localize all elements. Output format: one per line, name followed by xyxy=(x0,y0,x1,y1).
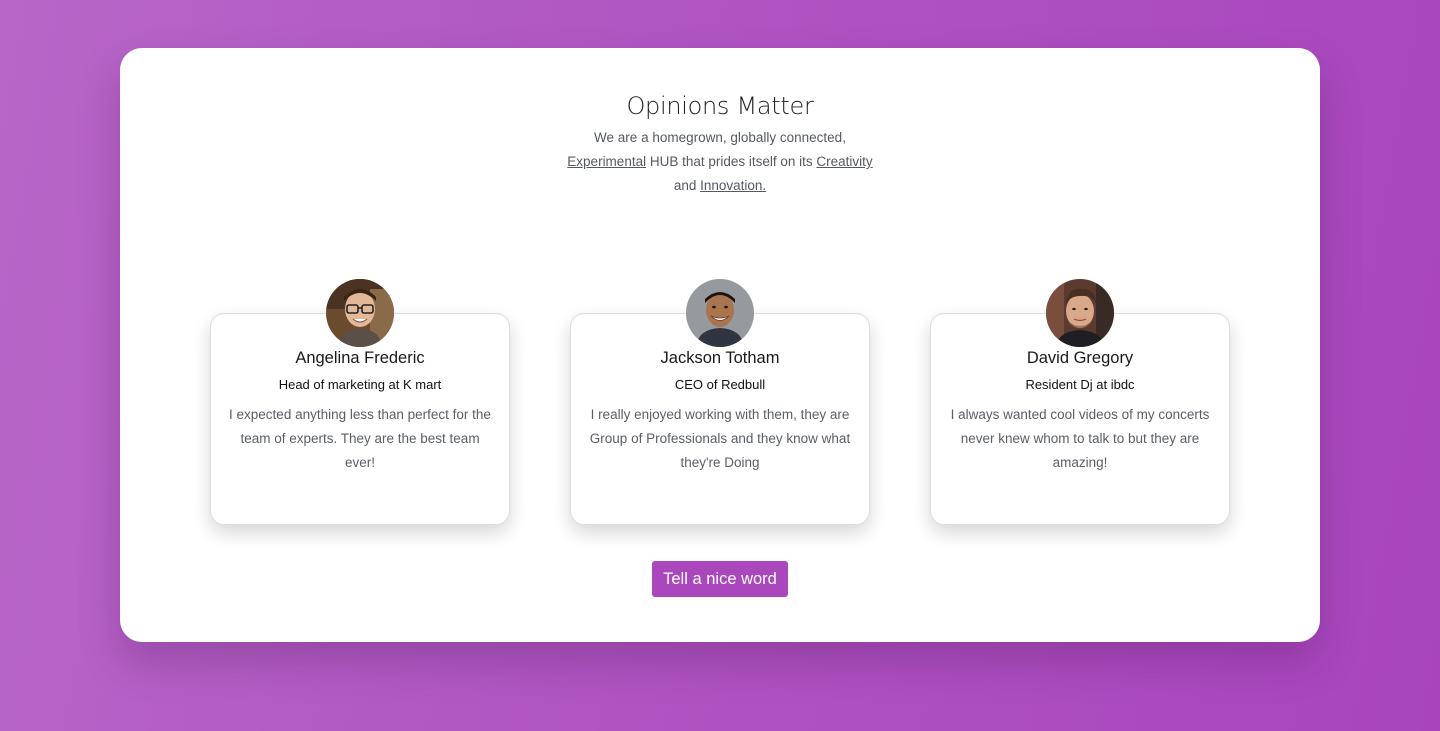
person-role: Head of marketing at K mart xyxy=(278,377,442,392)
person-name: Angelina Frederic xyxy=(295,349,425,367)
smiling-man-photo-icon xyxy=(686,279,754,347)
section-title: Opinions Matter xyxy=(626,92,814,120)
creativity-link[interactable]: Creativity xyxy=(816,154,872,169)
testimonials-panel: Opinions Matter We are a homegrown, glob… xyxy=(120,48,1320,642)
person-role: CEO of Redbull xyxy=(674,377,766,392)
section-intro: We are a homegrown, globally connected, … xyxy=(120,126,1320,198)
testimonial-card: David Gregory Resident Dj at ibdc I alwa… xyxy=(930,279,1230,525)
person-role: Resident Dj at ibdc xyxy=(1025,377,1135,392)
intro-line-3-text: and xyxy=(673,178,701,193)
innovation-link[interactable]: Innovation. xyxy=(700,178,766,193)
testimonial-card: Jackson Totham CEO of Redbull I really e… xyxy=(570,279,870,525)
man-portrait-photo-icon xyxy=(1046,279,1114,347)
intro-line-2-text: HUB that prides itself on its xyxy=(646,154,817,169)
avatar xyxy=(686,279,754,347)
testimonial-quote: I expected anything less than perfect fo… xyxy=(229,407,491,470)
avatar xyxy=(326,279,394,347)
testimonial-quote: I always wanted cool videos of my concer… xyxy=(950,407,1210,470)
experimental-link[interactable]: Experimental xyxy=(567,154,646,169)
avatar xyxy=(1046,279,1114,347)
intro-line-1: We are a homegrown, globally connected, xyxy=(594,130,846,145)
person-name: David Gregory xyxy=(1026,349,1134,367)
person-name: Jackson Totham xyxy=(660,349,780,367)
person-with-glasses-photo-icon xyxy=(326,279,394,347)
testimonial-card: Angelina Frederic Head of marketing at K… xyxy=(210,279,510,525)
tell-a-nice-word-button[interactable]: Tell a nice word xyxy=(652,561,788,597)
testimonial-quote: I really enjoyed working with them, they… xyxy=(589,407,851,470)
